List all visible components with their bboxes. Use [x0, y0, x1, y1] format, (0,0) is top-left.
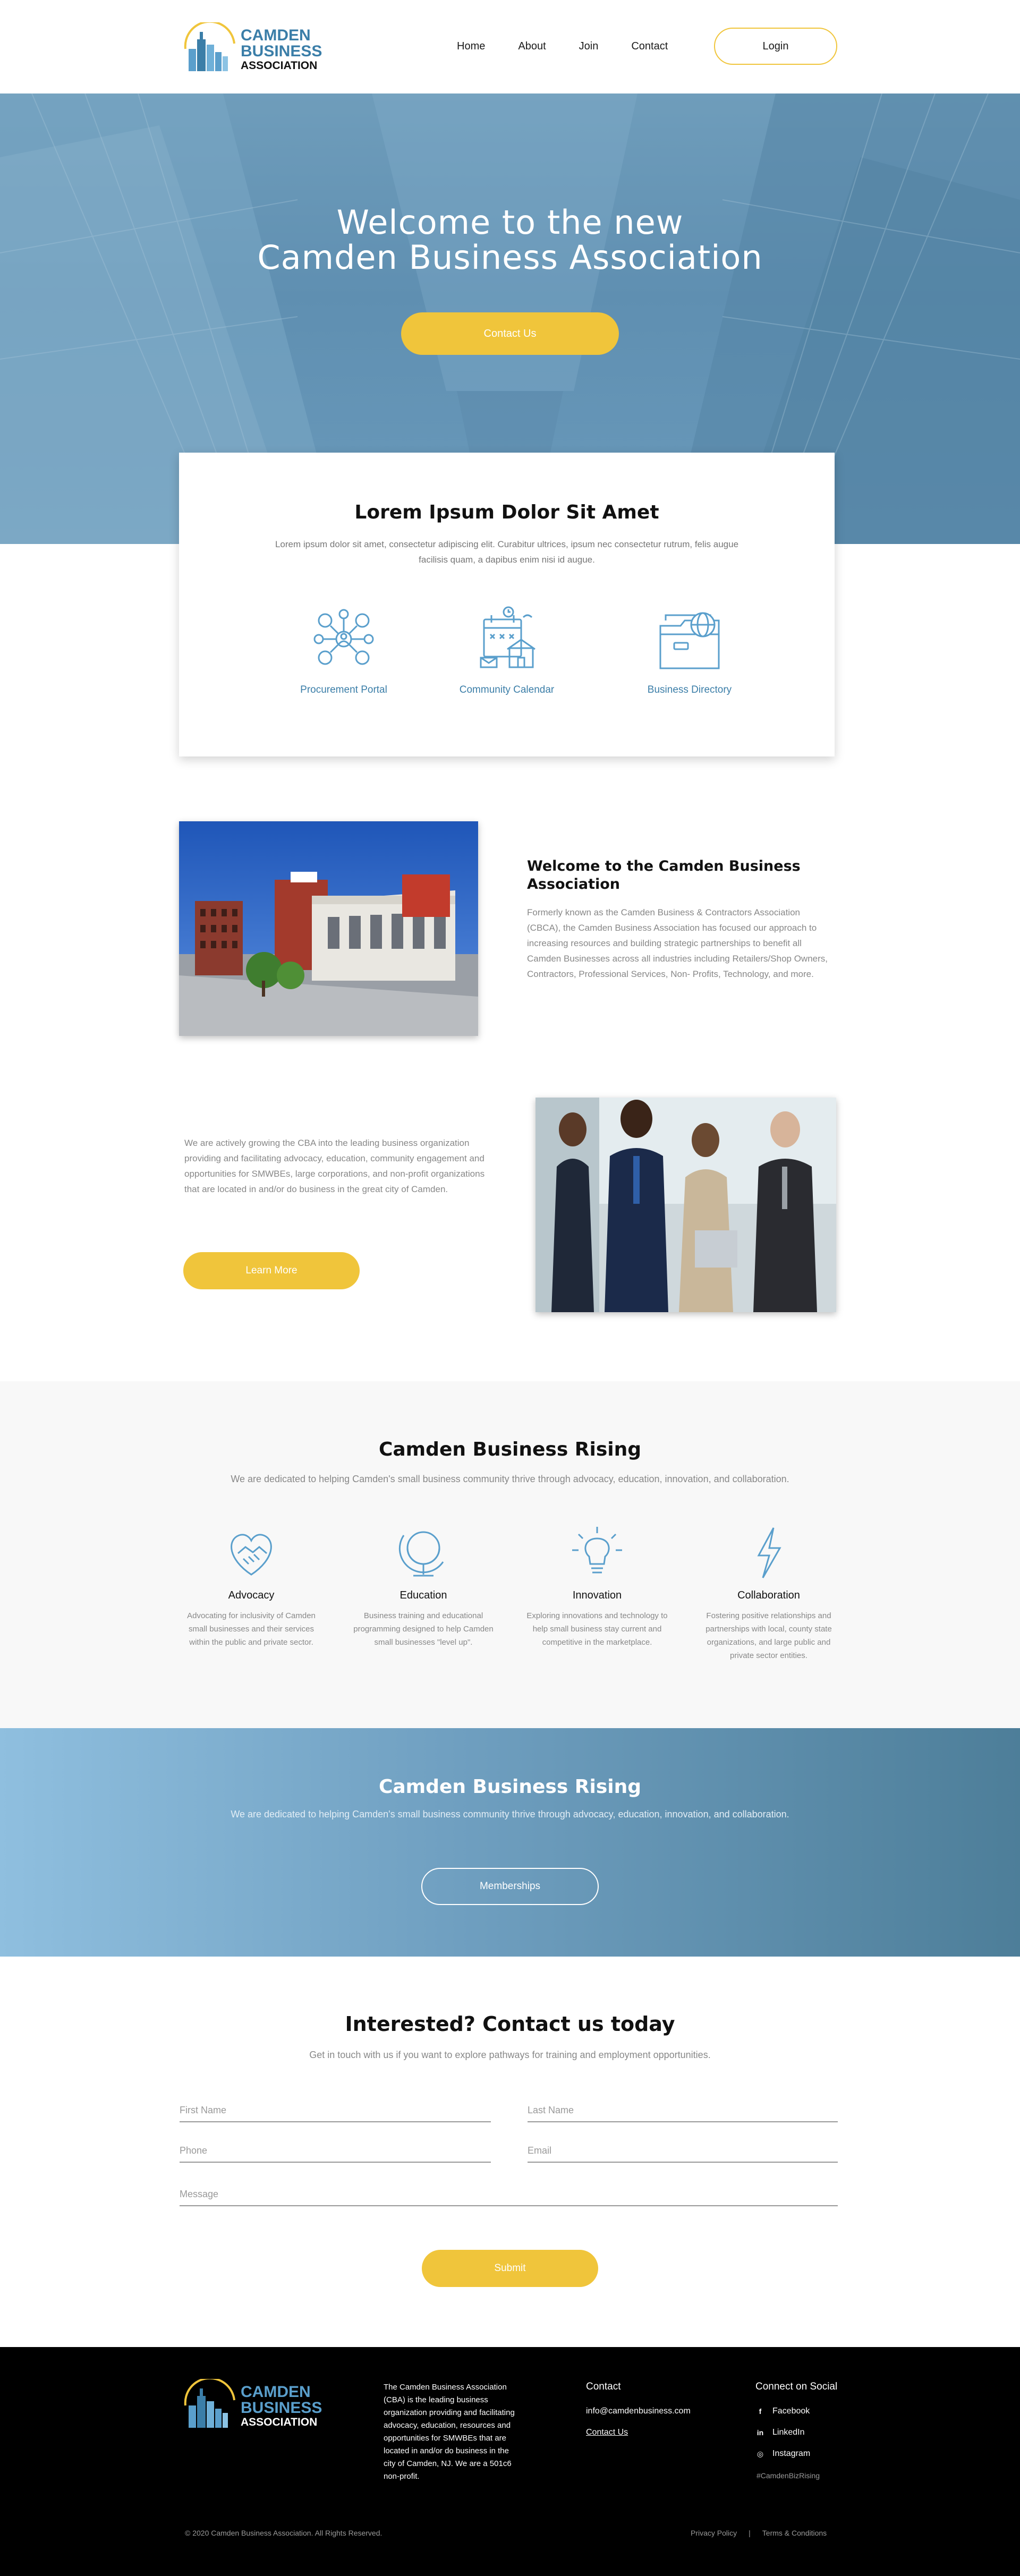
hero-title-line2: Camden Business Association: [257, 238, 763, 277]
svg-text:BUSINESS: BUSINESS: [241, 2399, 322, 2417]
pillar-innovation: Innovation Exploring innovations and tec…: [525, 1524, 669, 1649]
footer-about-text: The Camden Business Association (CBA) is…: [384, 2383, 515, 2481]
card-title: Lorem Ipsum Dolor Sit Amet: [354, 501, 659, 523]
lightning-icon: [740, 1524, 798, 1582]
footer-hashtag: #CamdenBizRising: [756, 2471, 820, 2480]
svg-text:CAMDEN: CAMDEN: [241, 2383, 311, 2401]
pillar-education: Education Business training and educatio…: [352, 1524, 495, 1649]
main-nav: Home About Join Contact: [457, 38, 701, 54]
message-field[interactable]: [180, 2189, 838, 2206]
pillar-text: Exploring innovations and technology to …: [526, 1611, 668, 1647]
site-header: CAMDEN BUSINESS ASSOCIATION Home About J…: [0, 0, 1020, 93]
nav-join[interactable]: Join: [579, 38, 599, 54]
contact-title: Interested? Contact us today: [345, 2012, 675, 2036]
business-team-photo: [536, 1098, 836, 1312]
pillar-title: Advocacy: [228, 1589, 275, 1601]
last-name-field[interactable]: [528, 2105, 838, 2122]
hero-title-line1: Welcome to the new: [336, 203, 684, 242]
learn-more-button[interactable]: Learn More: [183, 1252, 360, 1289]
pillar-text: Business training and educational progra…: [353, 1611, 494, 1647]
contact-subtitle: Get in touch with us if you want to expl…: [309, 2050, 711, 2060]
linkedin-icon: in: [756, 2428, 764, 2437]
feature-label: Business Directory: [647, 684, 732, 695]
nav-home[interactable]: Home: [457, 38, 485, 54]
hero-title: Welcome to the new Camden Business Assoc…: [0, 205, 1020, 275]
welcome-text: Formerly known as the Camden Business & …: [527, 907, 828, 979]
svg-text:CAMDEN: CAMDEN: [241, 27, 311, 44]
footer-contact-link[interactable]: Contact Us: [586, 2428, 628, 2437]
bank-building-photo: [179, 821, 478, 1036]
submit-button[interactable]: Submit: [422, 2250, 598, 2287]
calendar-building-icon: [472, 605, 541, 674]
pillar-text: Fostering positive relationships and par…: [706, 1611, 832, 1660]
rising-subtitle: We are dedicated to helping Camden's sma…: [231, 1474, 789, 1484]
footer-copyright: © 2020 Camden Business Association. All …: [185, 2529, 382, 2537]
intro-card: Lorem Ipsum Dolor Sit Amet Lorem ipsum d…: [179, 453, 835, 756]
lightbulb-icon: [568, 1524, 626, 1582]
feature-community-calendar[interactable]: Community Calendar: [438, 605, 576, 696]
privacy-policy-link[interactable]: Privacy Policy: [691, 2529, 737, 2537]
footer-logo[interactable]: CAMDEN BUSINESS ASSOCIATION: [183, 2377, 327, 2430]
footer-separator: |: [749, 2529, 751, 2537]
band-subtitle: We are dedicated to helping Camden's sma…: [231, 1809, 789, 1820]
pillar-collaboration: Collaboration Fostering positive relatio…: [697, 1524, 840, 1662]
terms-link[interactable]: Terms & Conditions: [762, 2529, 827, 2537]
growing-text: We are actively growing the CBA into the…: [184, 1138, 485, 1194]
memberships-button[interactable]: Memberships: [421, 1868, 599, 1905]
network-people-icon: [309, 605, 378, 674]
first-name-field[interactable]: [180, 2105, 491, 2122]
social-facebook[interactable]: f Facebook: [755, 2407, 810, 2416]
site-footer: CAMDEN BUSINESS ASSOCIATION The Camden B…: [0, 2347, 1020, 2576]
memberships-band: Camden Business Rising We are dedicated …: [0, 1728, 1020, 1957]
instagram-icon: ◎: [756, 2449, 764, 2458]
svg-text:ASSOCIATION: ASSOCIATION: [241, 59, 317, 72]
login-button[interactable]: Login: [714, 28, 837, 65]
pillar-title: Collaboration: [737, 1589, 800, 1601]
card-text: Lorem ipsum dolor sit amet, consectetur …: [275, 539, 739, 565]
contact-us-button[interactable]: Contact Us: [401, 312, 619, 355]
nav-about[interactable]: About: [518, 38, 546, 54]
phone-field[interactable]: [180, 2145, 491, 2163]
svg-text:BUSINESS: BUSINESS: [241, 42, 322, 60]
facebook-icon: f: [759, 2407, 762, 2416]
business-rising-section: Camden Business Rising We are dedicated …: [0, 1381, 1020, 1728]
footer-links: Privacy Policy | Terms & Conditions: [691, 2529, 827, 2537]
pillar-title: Education: [400, 1589, 447, 1601]
feature-label: Community Calendar: [459, 684, 555, 695]
nav-contact[interactable]: Contact: [631, 38, 668, 54]
welcome-title: Welcome to the Camden Business Associati…: [527, 858, 801, 892]
svg-text:ASSOCIATION: ASSOCIATION: [241, 2416, 317, 2428]
band-title: Camden Business Rising: [378, 1776, 642, 1798]
feature-business-directory[interactable]: Business Directory: [620, 605, 759, 696]
pillar-advocacy: Advocacy Advocating for inclusivity of C…: [180, 1524, 323, 1649]
pillar-text: Advocating for inclusivity of Camden sma…: [187, 1611, 316, 1647]
feature-label: Procurement Portal: [300, 684, 387, 695]
cba-logo[interactable]: CAMDEN BUSINESS ASSOCIATION: [183, 20, 327, 73]
social-label: Facebook: [772, 2407, 810, 2416]
footer-email[interactable]: info@camdenbusiness.com: [586, 2407, 691, 2416]
social-instagram[interactable]: ◎ Instagram: [755, 2449, 810, 2459]
handshake-heart-icon: [222, 1524, 280, 1582]
feature-procurement-portal[interactable]: Procurement Portal: [275, 605, 413, 696]
rising-title: Camden Business Rising: [378, 1439, 642, 1460]
pillar-title: Innovation: [572, 1589, 622, 1601]
social-label: Instagram: [772, 2449, 811, 2458]
folder-globe-icon: [655, 605, 724, 674]
social-linkedin[interactable]: in LinkedIn: [755, 2428, 805, 2437]
social-label: LinkedIn: [772, 2428, 805, 2437]
email-field[interactable]: [528, 2145, 838, 2163]
footer-social-heading: Connect on Social: [755, 2381, 838, 2392]
globe-icon: [394, 1524, 453, 1582]
footer-contact-heading: Contact: [586, 2381, 621, 2392]
